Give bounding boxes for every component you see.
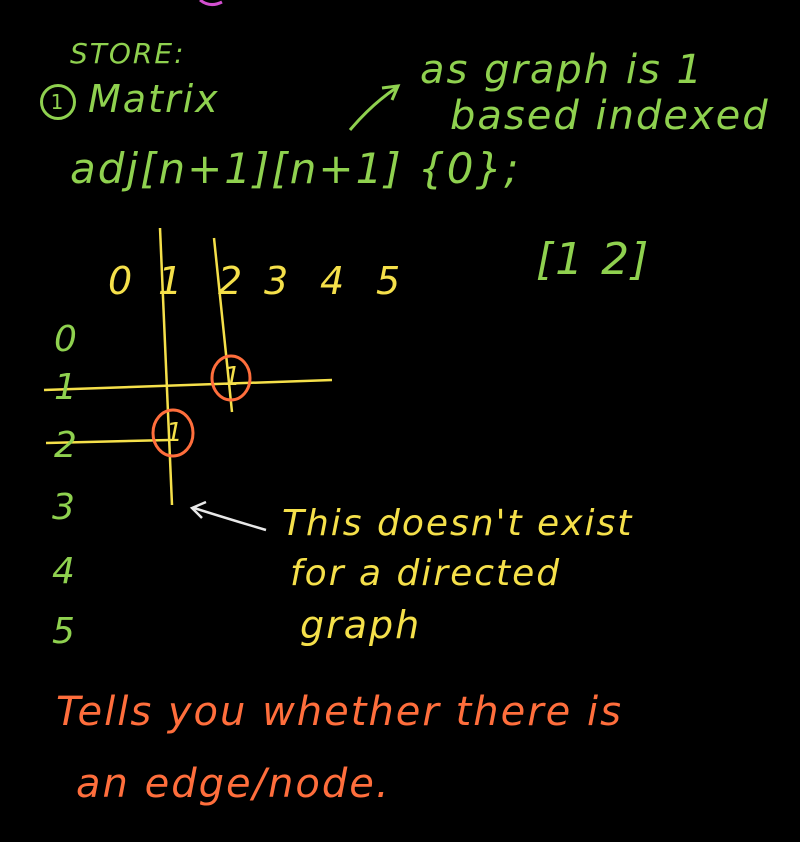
row-label-5: 5 — [52, 611, 77, 652]
column-label-4: 4 — [320, 259, 347, 303]
item-number-text: 1 — [50, 90, 66, 114]
column-label-3: 3 — [264, 259, 291, 303]
horizontal-line-row-1 — [43, 378, 333, 392]
column-label-0: 0 — [108, 259, 135, 303]
top-pink-mark — [199, 0, 223, 7]
row-label-3: 3 — [52, 487, 77, 528]
cell-value-1-2: 1 — [224, 362, 241, 392]
note-graph-line2: based indexed — [450, 93, 770, 139]
column-label-5: 5 — [376, 259, 403, 303]
note-directed-line1: This doesn't exist — [282, 503, 634, 544]
cell-value-2-1: 1 — [166, 418, 183, 448]
edge-example: [1 2] — [536, 234, 651, 285]
conclusion-line1: Tells you whether there is — [56, 689, 623, 735]
row-label-1: 1 — [54, 367, 79, 408]
note-graph-line1: as graph is 1 — [420, 47, 704, 93]
row-label-2: 2 — [54, 425, 79, 466]
column-label-2: 2 — [218, 259, 245, 303]
adjacency-declaration: adj[n+1][n+1] {0}; — [70, 144, 521, 193]
arrow-to-missing-line — [193, 506, 267, 532]
note-directed-line2: for a directed — [290, 553, 562, 594]
column-label-1: 1 — [158, 259, 185, 303]
store-label: STORE: — [70, 37, 186, 70]
conclusion-line2: an edge/node. — [76, 761, 391, 807]
item-number: 1 — [40, 84, 76, 120]
note-directed-line3: graph — [300, 603, 422, 647]
item-label-matrix: Matrix — [88, 77, 220, 121]
arrow-to-note — [348, 86, 397, 131]
row-label-0: 0 — [54, 319, 79, 360]
row-label-4: 4 — [52, 551, 77, 592]
